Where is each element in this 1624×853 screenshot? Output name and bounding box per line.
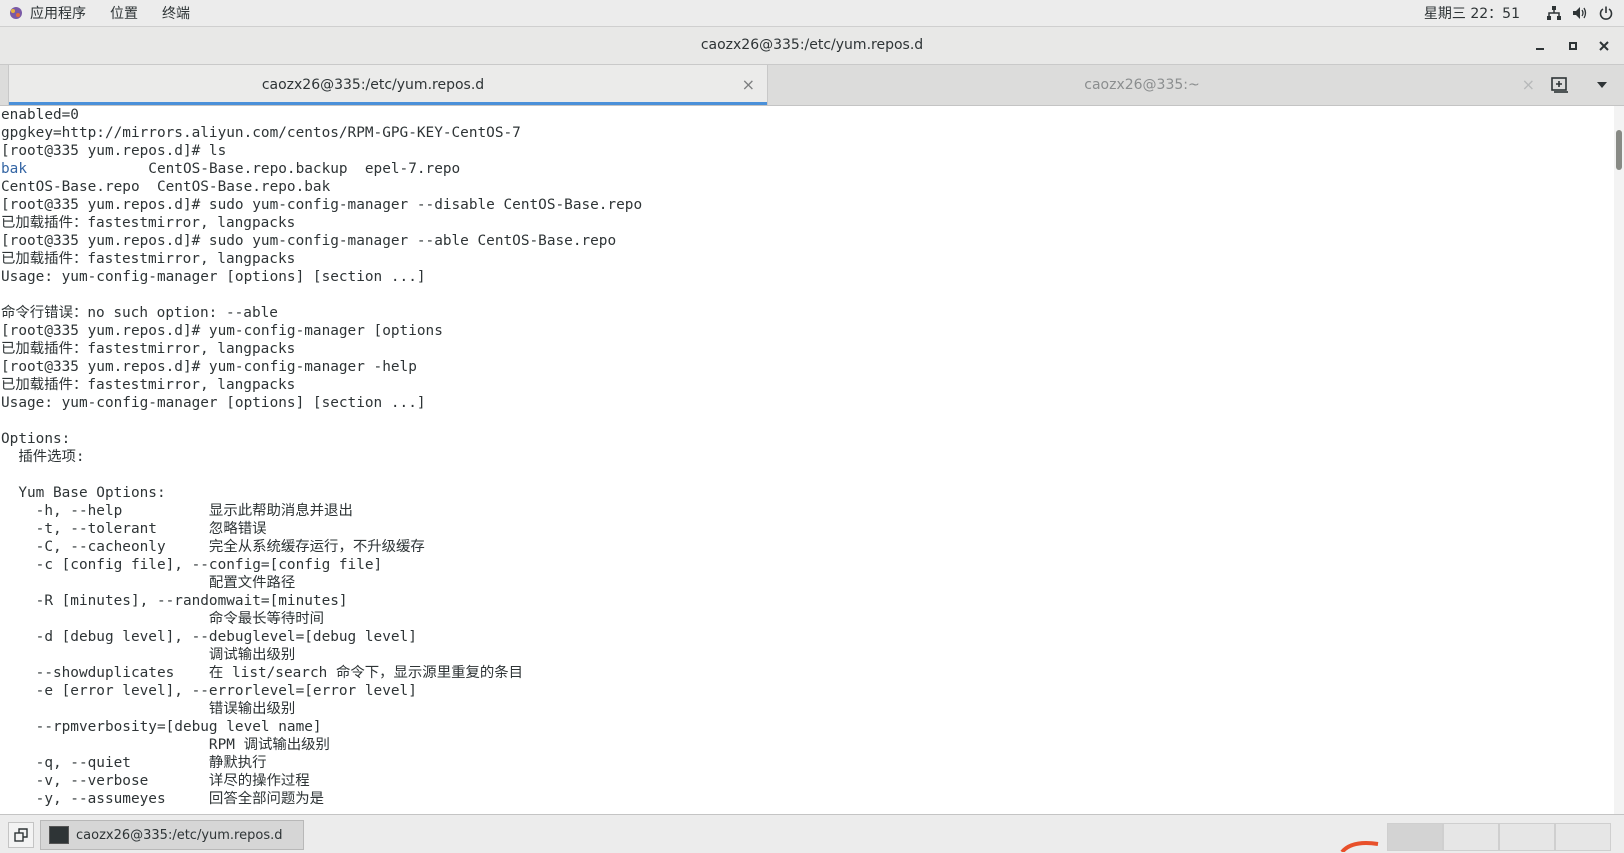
minimize-icon[interactable] bbox=[1530, 36, 1550, 56]
terminal-line: [root@335 yum.repos.d]# sudo yum-config-… bbox=[1, 233, 617, 249]
workspace-2[interactable] bbox=[1443, 823, 1499, 851]
terminal-line: -v, --verbose 详尽的操作过程 bbox=[1, 773, 310, 789]
terminal-line: [root@335 yum.repos.d]# yum-config-manag… bbox=[1, 323, 443, 339]
terminal-line: 命令行错误：no such option: --able bbox=[1, 305, 278, 321]
terminal-line: -d [debug level], --debuglevel=[debug le… bbox=[1, 629, 417, 645]
terminal-line: --rpmverbosity=[debug level name] bbox=[1, 719, 322, 735]
terminal-line: -c [config file], --config=[config file] bbox=[1, 557, 383, 573]
terminal-line: Usage: yum-config-manager [options] [sec… bbox=[1, 395, 426, 411]
terminal-line: 已加载插件：fastestmirror, langpacks bbox=[1, 215, 296, 231]
terminal-line: [root@335 yum.repos.d]# yum-config-manag… bbox=[1, 359, 417, 375]
tab-home[interactable]: caozx26@335:~ × bbox=[767, 65, 1547, 105]
terminal-line: 已加载插件：fastestmirror, langpacks bbox=[1, 341, 296, 357]
terminal-line: 已加载插件：fastestmirror, langpacks bbox=[1, 377, 296, 393]
terminal-line: [root@335 yum.repos.d]# ls bbox=[1, 143, 227, 159]
terminal-line: 命令最长等待时间 bbox=[1, 611, 325, 627]
terminal-line: 调试输出级别 bbox=[1, 647, 296, 663]
terminal-line: -t, --tolerant 忽略错误 bbox=[1, 521, 267, 537]
bottom-taskbar: caozx26@335:/etc/yum.repos.d bbox=[0, 814, 1624, 853]
workspace-4[interactable] bbox=[1555, 823, 1611, 851]
active-tab-indicator bbox=[9, 102, 767, 105]
terminal-line: gpgkey=http://mirrors.aliyun.com/centos/… bbox=[1, 125, 521, 141]
terminal-line: RPM 调试输出级别 bbox=[1, 737, 330, 753]
chevron-down-icon[interactable] bbox=[1596, 80, 1608, 90]
top-panel: 应用程序 位置 终端 星期三 22：51 bbox=[0, 0, 1624, 27]
terminal-line: enabled=0 bbox=[1, 107, 79, 123]
annotation-mark bbox=[1340, 841, 1379, 852]
scrollbar-thumb[interactable] bbox=[1616, 130, 1622, 170]
terminal-line: [root@335 yum.repos.d]# sudo yum-config-… bbox=[1, 197, 643, 213]
terminal-view[interactable]: enabled=0 gpgkey=http://mirrors.aliyun.co… bbox=[0, 106, 1614, 814]
menu-terminal[interactable]: 终端 bbox=[162, 3, 190, 23]
menu-applications[interactable]: 应用程序 bbox=[30, 3, 86, 23]
tab-close-icon[interactable]: × bbox=[1522, 65, 1535, 105]
power-icon[interactable] bbox=[1598, 5, 1614, 21]
terminal-icon bbox=[49, 826, 69, 844]
workspace-1[interactable] bbox=[1387, 823, 1443, 851]
close-icon[interactable] bbox=[1594, 36, 1614, 56]
terminal-line: --showduplicates 在 list/search 命令下，显示源里重… bbox=[1, 665, 524, 681]
tab-label: caozx26@335:~ bbox=[1084, 77, 1200, 93]
taskbar-window-label: caozx26@335:/etc/yum.repos.d bbox=[76, 827, 283, 843]
file-list: CentOS-Base.repo.backup epel-7.repo bbox=[27, 161, 461, 177]
tab-yum-repos[interactable]: caozx26@335:/etc/yum.repos.d × bbox=[8, 65, 768, 105]
terminal-line: 已加载插件：fastestmirror, langpacks bbox=[1, 251, 296, 267]
workspace-3[interactable] bbox=[1499, 823, 1555, 851]
window-title: caozx26@335:/etc/yum.repos.d bbox=[700, 37, 924, 53]
new-tab-icon[interactable] bbox=[1550, 75, 1570, 95]
panel-status-area: 星期三 22：51 bbox=[1424, 0, 1624, 26]
directory-name: bak bbox=[1, 161, 27, 177]
tab-label: caozx26@335:/etc/yum.repos.d bbox=[261, 77, 485, 93]
terminal-line: -y, --assumeyes 回答全部问题为是 bbox=[1, 791, 325, 807]
terminal-line: Usage: yum-config-manager [options] [sec… bbox=[1, 269, 426, 285]
terminal-line: Options: bbox=[1, 431, 71, 447]
tab-bar: caozx26@335:/etc/yum.repos.d × caozx26@3… bbox=[0, 65, 1624, 106]
terminal-line: -C, --cacheonly 完全从系统缓存运行，不升级缓存 bbox=[1, 539, 425, 555]
clock[interactable]: 星期三 22：51 bbox=[1424, 3, 1520, 23]
window-titlebar[interactable]: caozx26@335:/etc/yum.repos.d bbox=[0, 27, 1624, 65]
terminal-line: -e [error level], --errorlevel=[error le… bbox=[1, 683, 417, 699]
volume-icon[interactable] bbox=[1572, 5, 1588, 21]
terminal-line: Yum Base Options: bbox=[1, 485, 166, 501]
terminal-output: enabled=0 gpgkey=http://mirrors.aliyun.co… bbox=[0, 106, 1614, 808]
terminal-line: CentOS-Base.repo CentOS-Base.repo.bak bbox=[1, 179, 331, 195]
show-desktop-icon[interactable] bbox=[8, 822, 34, 848]
menu-places[interactable]: 位置 bbox=[110, 3, 138, 23]
terminal-line: -h, --help 显示此帮助消息并退出 bbox=[1, 503, 353, 519]
network-icon[interactable] bbox=[1546, 5, 1562, 21]
terminal-line: -R [minutes], --randomwait=[minutes] bbox=[1, 593, 348, 609]
terminal-line: 错误输出级别 bbox=[1, 701, 296, 717]
terminal-line: 配置文件路径 bbox=[1, 575, 296, 591]
terminal-line: 插件选项: bbox=[1, 449, 85, 465]
applications-icon[interactable] bbox=[8, 5, 24, 21]
terminal-scrollbar[interactable] bbox=[1614, 106, 1624, 814]
maximize-icon[interactable] bbox=[1563, 36, 1583, 56]
terminal-line: bak CentOS-Base.repo.backup epel-7.repo bbox=[1, 160, 1614, 178]
terminal-line: -q, --quiet 静默执行 bbox=[1, 755, 267, 771]
taskbar-window-item[interactable]: caozx26@335:/etc/yum.repos.d bbox=[40, 820, 304, 850]
tab-close-icon[interactable]: × bbox=[742, 65, 755, 105]
